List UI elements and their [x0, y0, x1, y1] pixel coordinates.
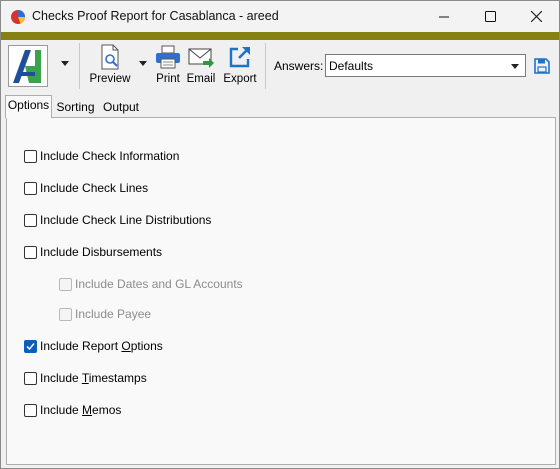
include-dates-gl-accounts-checkbox: Include Dates and GL Accounts — [59, 276, 243, 292]
include-check-lines-checkbox[interactable]: Include Check Lines — [24, 180, 148, 196]
label-part: Include Report — [40, 339, 122, 353]
email-label: Email — [186, 73, 216, 85]
option-label: Include Timestamps — [40, 371, 147, 385]
label-part: imestamps — [88, 371, 147, 385]
close-icon — [530, 11, 542, 22]
toolbar-separator — [79, 43, 80, 89]
option-label: Include Disbursements — [40, 245, 163, 259]
close-button[interactable] — [513, 1, 559, 32]
include-report-options-checkbox[interactable]: Include Report Options — [24, 338, 163, 354]
preview-label: Preview — [89, 73, 131, 85]
print-button[interactable]: Print — [153, 44, 183, 88]
checkbox-box — [59, 277, 72, 291]
checkbox-box[interactable] — [24, 371, 37, 385]
save-icon[interactable] — [534, 58, 550, 74]
checkbox-box[interactable] — [24, 181, 37, 195]
title-bar: Checks Proof Report for Casablanca - are… — [1, 1, 559, 32]
chevron-down-icon[interactable] — [61, 61, 69, 66]
include-timestamps-checkbox[interactable]: Include Timestamps — [24, 370, 147, 386]
tab-options[interactable]: Options — [5, 95, 52, 118]
tab-label: Options — [7, 98, 50, 112]
checkbox-box[interactable] — [24, 149, 37, 163]
print-label: Print — [156, 73, 180, 85]
access-key: T — [81, 371, 89, 385]
label-part: emos — [92, 403, 122, 417]
label-part: Include — [40, 403, 83, 417]
answers-value: Defaults — [329, 59, 374, 73]
email-button[interactable]: Email — [186, 44, 216, 88]
maximize-button[interactable] — [467, 1, 513, 32]
checkbox-box — [59, 307, 72, 321]
printer-icon — [156, 45, 180, 69]
tab-strip: Options Sorting Output — [1, 93, 559, 118]
minimize-icon — [439, 16, 449, 17]
checkbox-box[interactable] — [24, 245, 37, 259]
option-label: Include Report Options — [40, 339, 163, 353]
label-part: Include — [40, 371, 82, 385]
tab-label: Sorting — [56, 100, 95, 114]
option-label: Include Memos — [40, 403, 121, 417]
window-title: Checks Proof Report for Casablanca - are… — [32, 9, 279, 23]
include-memos-checkbox[interactable]: Include Memos — [24, 402, 121, 418]
toolbar: Preview Print Email Export Answers: Defa… — [1, 40, 559, 93]
option-label: Include Dates and GL Accounts — [75, 277, 243, 291]
maximize-icon — [484, 11, 496, 22]
pie-chart-icon — [11, 10, 25, 24]
checkbox-box[interactable] — [24, 339, 37, 353]
minimize-button[interactable] — [421, 1, 467, 32]
accent-bar — [1, 32, 559, 40]
include-check-information-checkbox[interactable]: Include Check Information — [24, 148, 179, 164]
email-icon — [188, 48, 214, 68]
checkbox-box[interactable] — [24, 213, 37, 227]
checkbox-box[interactable] — [24, 403, 37, 417]
answers-label: Answers: — [274, 59, 324, 73]
tab-output[interactable]: Output — [100, 97, 142, 117]
label-part: ptions — [130, 339, 163, 353]
option-label: Include Check Lines — [40, 181, 149, 195]
logo-icon — [13, 50, 41, 83]
chevron-down-icon[interactable] — [139, 61, 147, 66]
option-label: Include Check Line Distributions — [40, 213, 212, 227]
chevron-down-icon — [511, 64, 519, 69]
access-key: M — [82, 403, 93, 417]
tab-label: Output — [102, 100, 140, 114]
export-icon — [229, 47, 250, 68]
option-label: Include Payee — [75, 307, 152, 321]
checkmark-icon — [26, 342, 35, 350]
preview-button[interactable]: Preview — [89, 44, 131, 88]
report-window: Checks Proof Report for Casablanca - are… — [0, 0, 560, 469]
export-button[interactable]: Export — [222, 44, 258, 88]
tab-sorting[interactable]: Sorting — [54, 97, 97, 117]
option-label: Include Check Information — [40, 149, 180, 163]
preview-icon — [101, 44, 119, 70]
toolbar-separator — [265, 43, 266, 89]
answers-dropdown[interactable]: Defaults — [325, 54, 526, 77]
access-key: O — [121, 339, 131, 353]
include-disbursements-checkbox[interactable]: Include Disbursements — [24, 244, 162, 260]
options-panel: Include Check Information Include Check … — [6, 117, 556, 465]
app-logo-button[interactable] — [8, 45, 48, 87]
include-check-line-distributions-checkbox[interactable]: Include Check Line Distributions — [24, 212, 211, 228]
export-label: Export — [223, 73, 257, 85]
include-payee-checkbox: Include Payee — [59, 306, 151, 322]
